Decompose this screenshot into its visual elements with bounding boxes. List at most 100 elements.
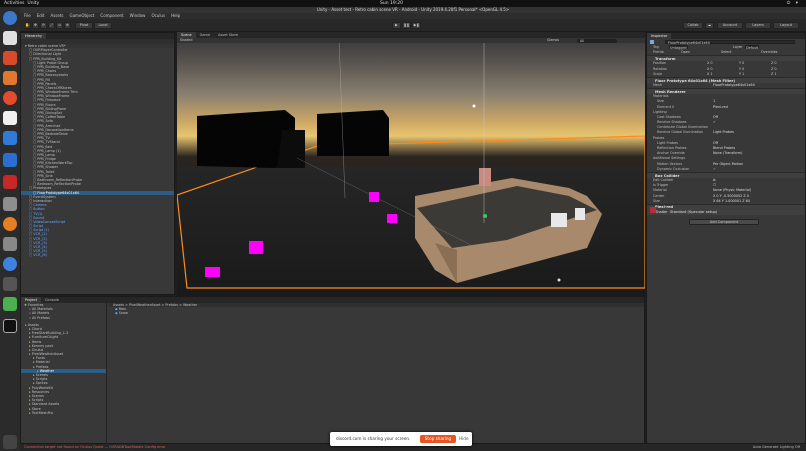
magenta-marker[interactable] [205,267,220,277]
disk-icon[interactable] [3,237,17,251]
scene-viewport[interactable] [177,38,645,296]
hand-tool-button[interactable]: ✋ [24,22,31,29]
account-dropdown[interactable]: Account [717,22,743,29]
magenta-marker[interactable] [249,241,263,254]
folder-item[interactable]: ▸ TextMeshPro [21,411,106,415]
document-icon[interactable] [3,111,17,125]
prefab-overrides-dropdown[interactable]: Overrides [761,50,777,55]
unity-toolbar: ✋ ✥ ⟳ ⤢ ▭ ⊕ Pivot Local ▶ ❚❚ ▶❚ Collab ☁… [20,19,806,32]
cloud-icon[interactable]: ☁ [705,22,714,29]
favorite-item-label: All Prefabs [31,315,50,320]
scale-y-field[interactable]: Y 1 [739,72,744,77]
share-message: discord.com is sharing your screen. [336,436,411,441]
libreoffice-icon[interactable] [3,153,17,167]
tab-hierarchy[interactable]: Hierarchy [21,33,46,39]
hierarchy-panel: Hierarchy ▾ Retro cabin scene VR* ▢ OVRP… [20,32,175,295]
prefab-file[interactable]: ◆ Snow [109,311,644,315]
object-name-field[interactable]: FloorPrototype64x01x64 [665,40,795,45]
scale-tool-button[interactable]: ⤢ [48,22,55,29]
activities-button[interactable]: Activities Unity [4,0,39,7]
menu-item[interactable]: Component [100,13,123,18]
scene-toolbar: Shaded Gizmos All [177,38,645,43]
menu-item[interactable]: Oculus [151,13,165,18]
status-error-message[interactable]: Connection target not found on Oculus Qu… [24,444,165,451]
prefab-select-button[interactable]: Select [721,50,731,55]
hide-button[interactable]: Hide [459,432,469,446]
project-folder-tree: ★ Favorites ⌕ All Materials ⌕ All Models ⌕… [21,303,107,443]
chimney [479,168,491,186]
tag-dropdown[interactable]: Untagged [669,45,688,50]
dynamic-occlusion-row: Dynamic Occlusion ✓ [647,167,805,172]
menu-item[interactable]: Help [171,13,180,18]
status-lighting: Auto Generate Lighting Off [752,445,800,449]
shader-dropdown[interactable]: Standard (Specular setup) [670,210,717,214]
magenta-marker[interactable] [369,192,379,202]
pause-button[interactable]: ❚❚ [402,22,411,29]
unity-icon[interactable] [3,31,17,45]
terminal-icon[interactable] [3,175,17,189]
material-header[interactable]: Plexi-red Shader Standard (Specular setu… [647,203,805,215]
clock[interactable]: Sun 19:20 [380,0,403,7]
rect-tool-button[interactable]: ▭ [56,22,63,29]
move-gizmo [483,214,487,218]
globe-icon[interactable] [3,257,17,271]
prefab-open-button[interactable]: Open [681,50,690,55]
assets-tree: ▸ Assets ▸ Chord ▸ FreeStartBuilding_1.3 ▸ … [21,323,106,415]
layers-dropdown[interactable]: Layers [745,22,771,29]
vscode-icon[interactable] [3,131,17,145]
menu-item[interactable]: GameObject [69,13,94,18]
mesh-field[interactable]: FloorPrototype64x01x64 [713,83,755,88]
scene-search[interactable]: All [577,38,617,43]
chrome-icon[interactable] [3,91,17,105]
unity-hub-icon[interactable] [3,319,17,333]
local-toggle[interactable]: Local [94,22,112,29]
layout-dropdown[interactable]: Layout [773,22,799,29]
house-window-2 [575,208,585,220]
collider-size-field[interactable]: X 64 Y 1.000001 Z 64 [713,199,750,204]
gizmos-dropdown[interactable]: Gizmos [547,38,559,43]
add-component-button[interactable]: Add Component [689,218,759,225]
firefox-icon[interactable] [3,217,17,231]
rotate-tool-button[interactable]: ⟳ [40,22,47,29]
menu-item[interactable]: Assets [50,13,63,18]
hierarchy-item[interactable]: ▢ VCR_(6) [21,253,174,257]
mesh-label: Mesh [653,82,662,87]
trash-icon[interactable] [3,277,17,291]
os-top-bar: Activities Unity Sun 19:20 ⏻ ▾ [0,0,806,7]
scale-z-field[interactable]: Z 1 [771,72,777,77]
menu-item[interactable]: Edit [37,13,45,18]
ubuntu-software-icon[interactable] [3,51,17,65]
collab-button[interactable]: Collab [683,22,703,29]
move-tool-button[interactable]: ✥ [32,22,39,29]
house-window-1 [551,213,567,227]
app-menu-label[interactable]: Unity [27,1,39,6]
file-list: ◆ Rain ◆ Snow [109,307,644,315]
settings-icon[interactable] [3,197,17,211]
menu-item[interactable]: File [24,13,31,18]
hierarchy-list: ▢ OVRPlayerController ▢ Directional Light… [21,48,174,257]
stop-sharing-button[interactable]: Stop sharing [420,435,456,443]
menu-item[interactable]: Window [130,13,146,18]
pivot-toggle[interactable]: Pivot [75,22,93,29]
transform-tool-button[interactable]: ⊕ [64,22,71,29]
scale-label: Scale [653,71,663,76]
screen-share-bar: discord.com is sharing your screen. Stop… [330,432,472,446]
shader-label: Shader [655,209,668,214]
favorites-list: ⌕ All Materials ⌕ All Models ⌕ All Prefabs [21,307,106,320]
layer-dropdown[interactable]: Default [745,45,760,50]
files-icon[interactable] [3,71,17,85]
shading-dropdown[interactable]: Shaded [180,38,192,42]
dynamic-occlusion-checkbox[interactable]: ✓ [713,167,716,172]
scale-x-field[interactable]: X 1 [707,72,713,77]
play-button[interactable]: ▶ [392,22,401,29]
material-sphere-icon [650,206,656,213]
system-tray[interactable]: ⏻ ▾ [787,0,800,7]
mouse-cursor [557,278,561,282]
nvidia-icon[interactable] [3,297,17,311]
prefab-row: Prefab Open Select Overrides [647,50,805,55]
help-icon[interactable] [3,11,17,25]
activities-label: Activities [4,1,25,6]
step-button[interactable]: ▶❚ [412,22,421,29]
show-apps-icon[interactable] [3,435,17,449]
magenta-marker[interactable] [387,214,397,223]
